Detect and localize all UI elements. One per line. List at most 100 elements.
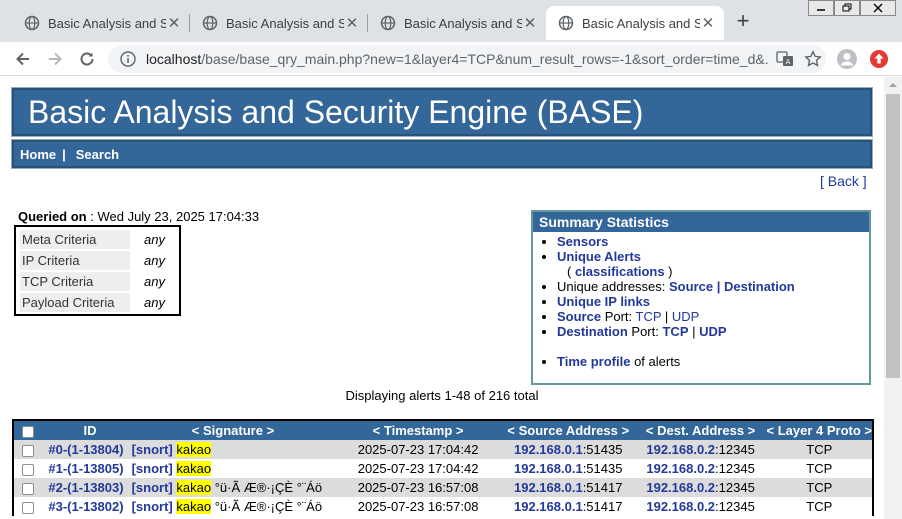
row-checkbox[interactable] xyxy=(22,482,35,495)
translate-icon[interactable]: A xyxy=(776,50,794,68)
sort-dest-link[interactable]: < Dest. Address > xyxy=(646,423,755,438)
close-icon[interactable]: ✕ xyxy=(166,14,182,32)
forward-arrow-icon[interactable] xyxy=(45,49,65,69)
dest-ip-link[interactable]: 192.168.0.2 xyxy=(646,442,715,457)
dest-ip-link[interactable]: 192.168.0.2 xyxy=(646,480,715,495)
snort-tag-link[interactable]: [snort] xyxy=(132,461,173,476)
bookmark-star-icon[interactable] xyxy=(804,50,822,68)
source-ip-link[interactable]: 192.168.0.1 xyxy=(514,480,583,495)
summary-title: Summary Statistics xyxy=(533,212,869,232)
signature-suffix: °ü·Ã Æ®·¡ÇÈ °¨Áö xyxy=(211,499,323,514)
sensors-link[interactable]: Sensors xyxy=(557,234,608,249)
criteria-label: IP Criteria xyxy=(20,251,130,270)
queried-on-value: : Wed July 23, 2025 17:04:33 xyxy=(86,209,260,224)
source-cell: 192.168.0.1:51435 xyxy=(501,440,635,459)
source-ip-link[interactable]: 192.168.0.1 xyxy=(514,499,583,514)
source-ip-link[interactable]: 192.168.0.1 xyxy=(514,461,583,476)
snort-tag-link[interactable]: [snort] xyxy=(132,442,173,457)
close-icon[interactable]: ✕ xyxy=(700,14,716,32)
menu-separator: | xyxy=(62,146,66,162)
scrollbar-thumb[interactable] xyxy=(886,94,900,378)
dest-ip-link[interactable]: 192.168.0.2 xyxy=(646,461,715,476)
sort-timestamp-link[interactable]: < Timestamp > xyxy=(373,423,464,438)
proto-cell: TCP xyxy=(766,440,872,459)
unique-dest-addresses-link[interactable]: Destination xyxy=(724,279,795,294)
scroll-up-arrow-icon[interactable] xyxy=(884,77,902,93)
sort-signature-link[interactable]: < Signature > xyxy=(192,423,274,438)
select-all-checkbox[interactable] xyxy=(22,425,35,438)
close-icon[interactable]: ✕ xyxy=(522,14,538,32)
info-icon[interactable] xyxy=(120,51,136,67)
row-checkbox[interactable] xyxy=(22,501,35,514)
port-label: Port: xyxy=(601,309,636,324)
alert-id-link[interactable]: #3-(1-13802) xyxy=(48,499,123,514)
globe-icon xyxy=(202,15,218,31)
back-link[interactable]: Back xyxy=(828,173,859,189)
classifications-link[interactable]: classifications xyxy=(575,264,665,279)
table-row: #1-(1-13805) [snort] kakao 2025-07-23 17… xyxy=(14,459,872,478)
dest-cell: 192.168.0.2:12345 xyxy=(634,459,767,478)
source-ip-link[interactable]: 192.168.0.1 xyxy=(514,442,583,457)
source-port-udp-link[interactable]: UDP xyxy=(672,309,699,324)
close-icon[interactable]: ✕ xyxy=(344,14,360,32)
dest-cell: 192.168.0.2:12345 xyxy=(634,440,767,459)
summary-statistics-panel: Summary Statistics Sensors Unique Alerts… xyxy=(531,210,871,385)
alert-id-link[interactable]: #0-(1-13804) xyxy=(48,442,123,457)
sort-source-link[interactable]: < Source Address > xyxy=(507,423,629,438)
criteria-row: IP Criteria any xyxy=(20,250,175,271)
signature-cell: [snort] kakao xyxy=(131,440,335,459)
page-content: Basic Analysis and Security Engine (BASE… xyxy=(0,77,884,519)
browser-tab-4-active[interactable]: Basic Analysis and Security Engine (BASE… xyxy=(546,6,724,40)
sort-proto-link[interactable]: < Layer 4 Proto > xyxy=(767,423,873,438)
unique-source-addresses-link[interactable]: Source xyxy=(669,279,713,294)
minimize-icon[interactable] xyxy=(808,0,834,16)
source-port-tcp-link[interactable]: TCP xyxy=(636,309,662,324)
browser-tab-1[interactable]: Basic Analysis and Security Engine (BASE… xyxy=(12,6,190,40)
port-label: Port: xyxy=(627,324,663,339)
browser-tab-2[interactable]: Basic Analysis and Security Engine (BASE… xyxy=(190,6,368,40)
unique-alerts-link[interactable]: Unique Alerts xyxy=(557,249,641,264)
criteria-table: Meta Criteria any IP Criteria any TCP Cr… xyxy=(14,225,181,316)
dest-ip-link[interactable]: 192.168.0.2 xyxy=(646,499,715,514)
dest-port-tcp-link[interactable]: TCP xyxy=(662,324,688,339)
row-checkbox[interactable] xyxy=(22,444,35,457)
globe-icon xyxy=(24,15,40,31)
url-text[interactable]: localhost/base/base_qry_main.php?new=1&l… xyxy=(146,51,768,67)
row-checkbox[interactable] xyxy=(22,463,35,476)
browser-tab-3[interactable]: Basic Analysis and Security Engine (BASE… xyxy=(368,6,546,40)
select-all-header xyxy=(14,421,43,440)
dest-port-udp-link[interactable]: UDP xyxy=(699,324,726,339)
summary-item: ( classifications ) xyxy=(557,264,869,279)
snort-tag-link[interactable]: [snort] xyxy=(132,480,173,495)
summary-item: Destination Port: TCP | UDP xyxy=(557,324,869,339)
signature-cell: [snort] kakao xyxy=(131,459,335,478)
proto-cell: TCP xyxy=(766,459,872,478)
unique-ip-links-link[interactable]: Unique IP links xyxy=(557,294,650,309)
time-profile-link[interactable]: Time profile xyxy=(557,354,630,369)
home-link[interactable]: Home xyxy=(20,147,56,162)
timestamp-cell: 2025-07-23 17:04:42 xyxy=(334,440,502,459)
address-bar[interactable]: localhost/base/base_qry_main.php?new=1&l… xyxy=(108,45,826,73)
reload-icon[interactable] xyxy=(77,49,97,69)
snort-tag-link[interactable]: [snort] xyxy=(132,499,173,514)
criteria-value: any xyxy=(144,274,165,289)
back-arrow-icon[interactable] xyxy=(13,49,33,69)
back-link-wrapper: [ Back ] xyxy=(820,173,867,189)
summary-item: Source Port: TCP | UDP xyxy=(557,309,869,324)
tab-title: Basic Analysis and Security Engine (BASE… xyxy=(404,15,522,31)
source-port: :51417 xyxy=(582,480,623,495)
alert-id-link[interactable]: #2-(1-13803) xyxy=(48,480,123,495)
restore-icon[interactable] xyxy=(834,0,860,16)
profile-avatar-icon[interactable] xyxy=(836,48,858,70)
criteria-row: Meta Criteria any xyxy=(20,229,175,250)
source-port-link[interactable]: Source xyxy=(557,309,601,324)
new-tab-plus-icon[interactable]: + xyxy=(733,10,753,34)
dest-port-link[interactable]: Destination xyxy=(557,324,628,339)
criteria-value: any xyxy=(144,295,165,310)
page-scrollbar[interactable] xyxy=(884,77,902,519)
row-checkbox-cell xyxy=(14,478,43,497)
extension-update-icon[interactable] xyxy=(869,49,889,69)
alert-id-link[interactable]: #1-(1-13805) xyxy=(48,461,123,476)
search-link[interactable]: Search xyxy=(76,147,119,162)
window-close-icon[interactable] xyxy=(860,0,896,16)
